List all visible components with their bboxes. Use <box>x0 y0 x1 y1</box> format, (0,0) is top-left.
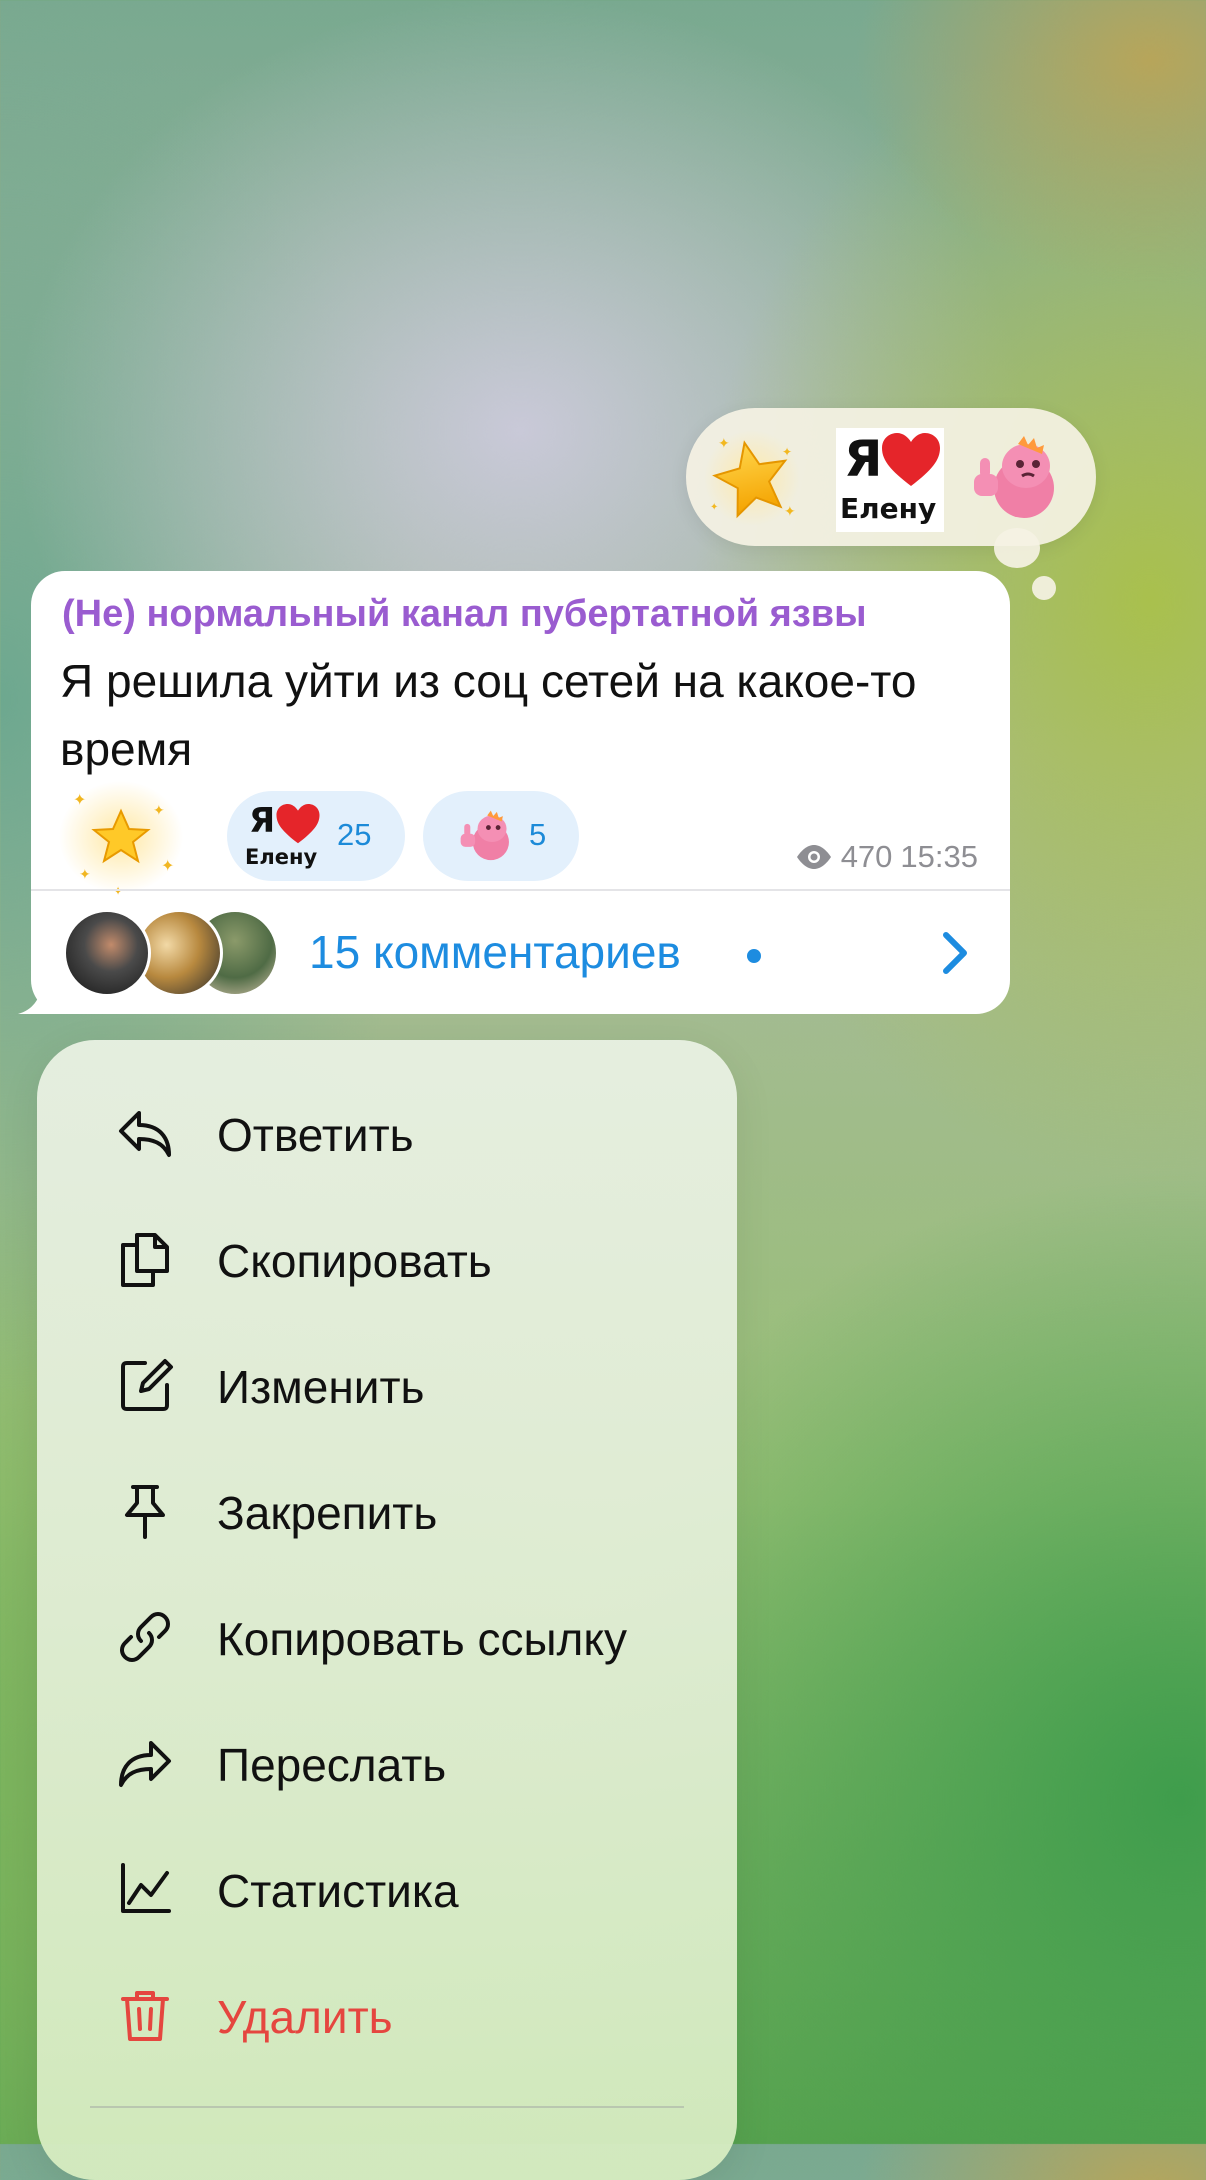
svg-text:✦: ✦ <box>153 802 165 818</box>
reaction-ya-text: Я <box>249 801 276 841</box>
menu-item-label: Статистика <box>217 1865 459 1917</box>
forward-icon <box>119 1741 171 1787</box>
menu-item-edit[interactable]: Изменить <box>37 1322 737 1448</box>
menu-item-label: Копировать ссылку <box>217 1613 628 1665</box>
menu-item-label: Ответить <box>217 1109 414 1161</box>
svg-text:✦: ✦ <box>73 792 86 809</box>
channel-name[interactable]: (Не) нормальный канал пубертатной язвы <box>62 593 867 636</box>
star-reaction-icon: ✦ ✦ ✦ ✦ ✦ <box>59 781 183 897</box>
menu-separator <box>90 2106 684 2108</box>
menu-item-copy[interactable]: Скопировать <box>37 1196 737 1322</box>
ya-heart-elenu-sticker[interactable]: Я Елену <box>836 428 944 532</box>
svg-text:✦: ✦ <box>718 435 730 451</box>
eye-icon <box>796 845 831 869</box>
comments-count-label[interactable]: 15 комментариев <box>309 925 681 979</box>
svg-text:✦: ✦ <box>784 503 796 519</box>
pink-dino-icon <box>460 810 509 861</box>
context-menu: Ответить Скопировать Изменить Закрепить … <box>37 1040 737 2180</box>
svg-text:✦: ✦ <box>710 502 718 513</box>
stats-icon <box>121 1863 171 1913</box>
reaction-picker: ✦ ✦ ✦ ✦ Я Елену <box>686 408 1096 546</box>
picker-tail-dot <box>1032 576 1056 600</box>
message-meta: 470 15:35 <box>795 839 978 875</box>
menu-item-label: Скопировать <box>217 1235 492 1287</box>
sticker-elenu-text: Елену <box>840 492 937 525</box>
chevron-right-icon[interactable] <box>940 931 970 975</box>
svg-text:✦: ✦ <box>161 858 174 875</box>
ya-heart-elenu-reaction[interactable]: Я Елену 25 <box>227 791 405 881</box>
menu-item-stats[interactable]: Статистика <box>37 1826 737 1952</box>
svg-text:✦: ✦ <box>782 445 792 459</box>
picker-tail <box>994 528 1040 568</box>
ya-heart-elenu-icon: Я Елену <box>245 801 325 871</box>
message-bubble[interactable]: (Не) нормальный канал пубертатной язвы Я… <box>31 571 1010 1014</box>
menu-item-label: Переслать <box>217 1739 447 1791</box>
message-time: 15:35 <box>900 839 978 874</box>
pink-dino-reaction[interactable]: 5 <box>423 791 579 881</box>
unread-dot <box>747 949 761 963</box>
menu-item-label: Удалить <box>217 1991 393 2043</box>
reaction-elenu-text: Елену <box>245 845 318 869</box>
view-count: 470 <box>840 839 893 874</box>
trash-icon <box>121 1991 169 2041</box>
link-icon <box>120 1612 170 1662</box>
menu-item-label: Закрепить <box>217 1487 438 1539</box>
avatar <box>63 909 151 997</box>
svg-text:✦: ✦ <box>79 866 91 882</box>
copy-icon <box>121 1233 169 1287</box>
star-reaction[interactable]: ✦ ✦ ✦ ✦ ✦ <box>57 781 183 897</box>
reaction-count: 5 <box>529 817 547 852</box>
menu-item-delete[interactable]: Удалить <box>37 1952 737 2078</box>
pink-dino-thumbs-up-sticker[interactable] <box>968 430 1064 526</box>
menu-item-forward[interactable]: Переслать <box>37 1700 737 1826</box>
menu-item-label: Изменить <box>217 1361 425 1413</box>
pin-icon <box>125 1485 165 1539</box>
menu-item-reply[interactable]: Ответить <box>37 1070 737 1196</box>
sparkling-star-sticker[interactable]: ✦ ✦ ✦ ✦ <box>704 430 800 526</box>
heart-icon <box>276 803 320 844</box>
reply-icon <box>119 1111 171 1157</box>
heart-icon <box>882 433 940 486</box>
message-text: Я решила уйти из соц сетей на какое-то в… <box>60 655 917 775</box>
reaction-count: 25 <box>337 817 372 852</box>
comments-row[interactable]: 15 комментариев <box>31 891 1010 1014</box>
menu-item-copy-link[interactable]: Копировать ссылку <box>37 1574 737 1700</box>
menu-item-pin[interactable]: Закрепить <box>37 1448 737 1574</box>
edit-icon <box>121 1359 173 1411</box>
sticker-ya-text: Я <box>844 430 883 488</box>
